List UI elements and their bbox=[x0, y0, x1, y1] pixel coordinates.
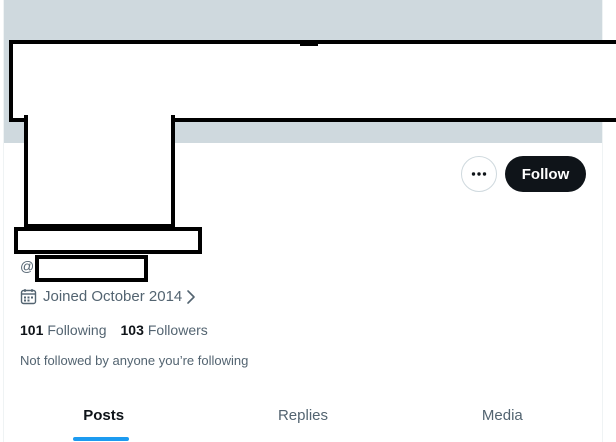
display-name-redacted bbox=[14, 227, 202, 254]
following-count: 101 bbox=[20, 322, 44, 338]
redaction-box bbox=[9, 40, 616, 122]
active-tab-indicator bbox=[73, 437, 129, 441]
profile-page: @ Follow Joined October 2014 101 Followi… bbox=[0, 0, 616, 442]
more-options-button[interactable] bbox=[461, 156, 497, 192]
follow-button[interactable]: Follow bbox=[505, 156, 586, 192]
joined-date[interactable]: Joined October 2014 bbox=[20, 288, 196, 305]
chevron-right-icon bbox=[187, 289, 196, 304]
redaction-mark bbox=[300, 44, 318, 46]
calendar-icon bbox=[20, 289, 37, 305]
profile-tabs: Posts Replies Media bbox=[4, 390, 602, 442]
mutual-followers-note: Not followed by anyone you’re following bbox=[20, 353, 249, 368]
followers-count: 103 bbox=[120, 322, 144, 338]
followers-link[interactable]: 103 Followers bbox=[121, 322, 208, 338]
handle-prefix: @ bbox=[20, 258, 35, 274]
avatar[interactable] bbox=[24, 115, 175, 228]
tab-media[interactable]: Media bbox=[403, 390, 602, 442]
followers-label: Followers bbox=[147, 322, 208, 338]
tab-posts[interactable]: Posts bbox=[4, 390, 203, 442]
more-horizontal-icon bbox=[471, 172, 487, 176]
following-link[interactable]: 101 Following bbox=[20, 322, 107, 338]
handle-redacted bbox=[35, 255, 148, 282]
joined-text: Joined October 2014 bbox=[43, 288, 183, 305]
follow-stats: 101 Following 103 Followers bbox=[20, 322, 208, 338]
following-label: Following bbox=[47, 322, 107, 338]
tab-replies[interactable]: Replies bbox=[203, 390, 402, 442]
